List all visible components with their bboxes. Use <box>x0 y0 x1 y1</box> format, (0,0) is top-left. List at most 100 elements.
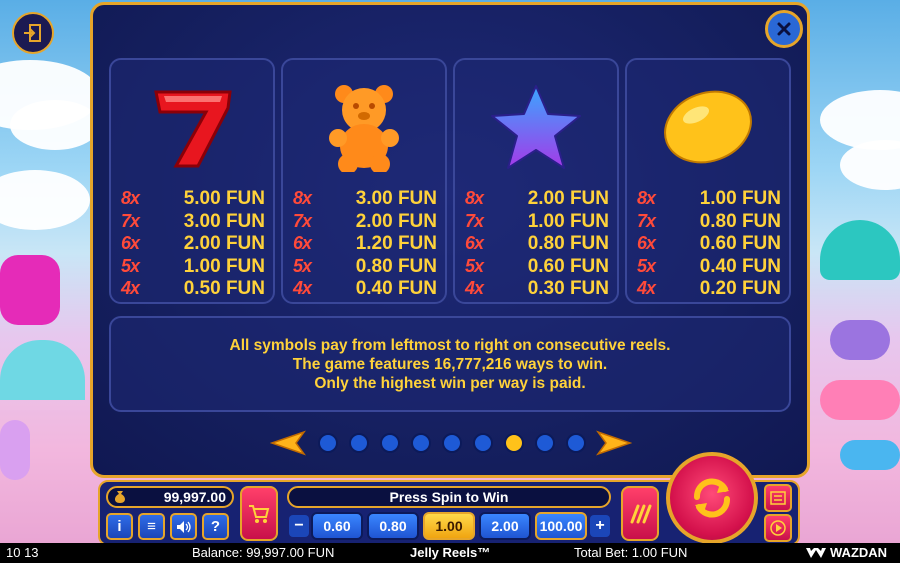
payout-value: 1.00 FUN <box>527 211 609 232</box>
payout-value: 0.50 FUN <box>183 278 265 299</box>
close-x-icon <box>777 22 791 36</box>
paytable-card-lemon: 8x 1.00 FUN 7x 0.80 FUN 6x 0.60 FUN 5x 0.40 … <box>625 58 791 304</box>
count-label: 4x <box>465 278 484 298</box>
payout-value: 2.00 FUN <box>527 188 609 209</box>
help-button[interactable]: ? <box>202 513 229 540</box>
count-label: 8x <box>121 188 140 208</box>
rules-line-1: All symbols pay from leftmost to right o… <box>229 336 671 354</box>
bet-option[interactable]: 0.80 <box>367 512 419 540</box>
next-page-arrow-icon[interactable] <box>596 430 632 456</box>
payout-value: 5.00 FUN <box>183 188 265 209</box>
count-label: 8x <box>465 188 484 208</box>
autoplay-settings-button[interactable] <box>764 484 792 512</box>
payout-value: 3.00 FUN <box>183 211 265 232</box>
count-label: 5x <box>465 256 484 276</box>
page-dot[interactable] <box>349 433 369 453</box>
cart-icon <box>249 504 270 523</box>
bet-decrease-button[interactable]: − <box>289 515 309 537</box>
paytable-card-seven: 8x 5.00 FUN 7x 3.00 FUN 6x 2.00 FUN 5x 1.00 … <box>109 58 275 304</box>
autoplay-icon <box>770 491 786 505</box>
count-label: 7x <box>121 211 140 231</box>
rules-line-2: The game features 16,777,216 ways to win… <box>292 355 608 373</box>
page-dot[interactable] <box>566 433 586 453</box>
count-label: 5x <box>121 256 140 276</box>
payout-value: 1.20 FUN <box>355 233 437 254</box>
count-label: 4x <box>637 278 656 298</box>
bet-option-selected[interactable]: 1.00 <box>423 512 475 540</box>
rules-info-box: All symbols pay from leftmost to right o… <box>109 316 791 412</box>
status-message: Press Spin to Win <box>287 486 611 508</box>
prev-page-arrow-icon[interactable] <box>270 430 306 456</box>
play-icon <box>770 520 786 536</box>
menu-button[interactable]: ≡ <box>138 513 165 540</box>
page-dot-active[interactable] <box>504 433 524 453</box>
status-balance: Balance: 99,997.00 FUN <box>192 545 335 560</box>
status-text: Press Spin to Win <box>389 489 509 505</box>
money-bag-icon <box>115 491 125 503</box>
page-dot[interactable] <box>380 433 400 453</box>
info-icon: i <box>117 518 122 535</box>
paytable-card-star: 8x 2.00 FUN 7x 1.00 FUN 6x 0.80 FUN 5x 0.60 … <box>453 58 619 304</box>
turbo-icon <box>630 504 652 523</box>
bet-selector: − 0.60 0.80 1.00 2.00 100.00 + <box>287 512 611 540</box>
close-button[interactable] <box>765 10 803 48</box>
yellow-lemon-icon <box>664 90 752 164</box>
clock: 10 13 <box>6 545 39 560</box>
exit-door-icon <box>24 24 41 42</box>
game-title: Jelly Reels™ <box>410 545 491 560</box>
payout-value: 0.60 FUN <box>699 233 781 254</box>
balance-value: 99,997.00 <box>163 489 226 505</box>
balance-display: 99,997.00 <box>106 486 234 508</box>
orange-bear-icon <box>329 85 399 172</box>
payout-value: 0.80 FUN <box>355 256 437 277</box>
spin-arrows-icon <box>694 478 730 518</box>
bet-option-max[interactable]: 100.00 <box>535 512 587 540</box>
payout-value: 0.60 FUN <box>527 256 609 277</box>
count-label: 7x <box>637 211 656 231</box>
payout-value: 0.30 FUN <box>527 278 609 299</box>
count-label: 8x <box>293 188 312 208</box>
count-label: 6x <box>121 233 140 253</box>
page-dot[interactable] <box>535 433 555 453</box>
payout-value: 1.00 FUN <box>699 188 781 209</box>
autoplay-start-button[interactable] <box>764 514 792 542</box>
turbo-button[interactable] <box>621 486 659 541</box>
page-dot[interactable] <box>473 433 493 453</box>
menu-icon: ≡ <box>147 518 156 535</box>
count-label: 4x <box>121 278 140 298</box>
red-seven-icon <box>154 90 232 168</box>
spin-button[interactable] <box>666 452 758 544</box>
payout-value: 0.80 FUN <box>699 211 781 232</box>
sound-button[interactable] <box>170 513 197 540</box>
brand-name: WAZDAN <box>830 545 888 560</box>
count-label: 4x <box>293 278 312 298</box>
page-dot[interactable] <box>411 433 431 453</box>
payout-value: 0.80 FUN <box>527 233 609 254</box>
page-navigator <box>270 428 632 458</box>
page-dot[interactable] <box>318 433 338 453</box>
count-label: 6x <box>637 233 656 253</box>
payout-value: 2.00 FUN <box>183 233 265 254</box>
count-label: 5x <box>637 256 656 276</box>
payout-value: 2.00 FUN <box>355 211 437 232</box>
exit-button[interactable] <box>12 12 54 54</box>
bet-option[interactable]: 0.60 <box>311 512 363 540</box>
count-label: 8x <box>637 188 656 208</box>
count-label: 7x <box>465 211 484 231</box>
payout-value: 1.00 FUN <box>183 256 265 277</box>
paytable-card-bear: 8x 3.00 FUN 7x 2.00 FUN 6x 1.20 FUN 5x 0.80 … <box>281 58 447 304</box>
count-label: 7x <box>293 211 312 231</box>
info-button[interactable]: i <box>106 513 133 540</box>
bet-option[interactable]: 2.00 <box>479 512 531 540</box>
page-dot[interactable] <box>442 433 462 453</box>
blue-star-icon <box>491 85 581 169</box>
status-total-bet: Total Bet: 1.00 FUN <box>574 545 688 560</box>
bet-increase-button[interactable]: + <box>590 515 610 537</box>
wazdan-logo-icon <box>806 548 826 558</box>
rules-line-3: Only the highest win per way is paid. <box>314 374 586 392</box>
count-label: 6x <box>465 233 484 253</box>
payout-value: 3.00 FUN <box>355 188 437 209</box>
count-label: 6x <box>293 233 312 253</box>
buy-feature-button[interactable] <box>240 486 278 541</box>
bottom-status-bar: 10 13 Balance: 99,997.00 FUN Jelly Reels… <box>0 543 900 563</box>
